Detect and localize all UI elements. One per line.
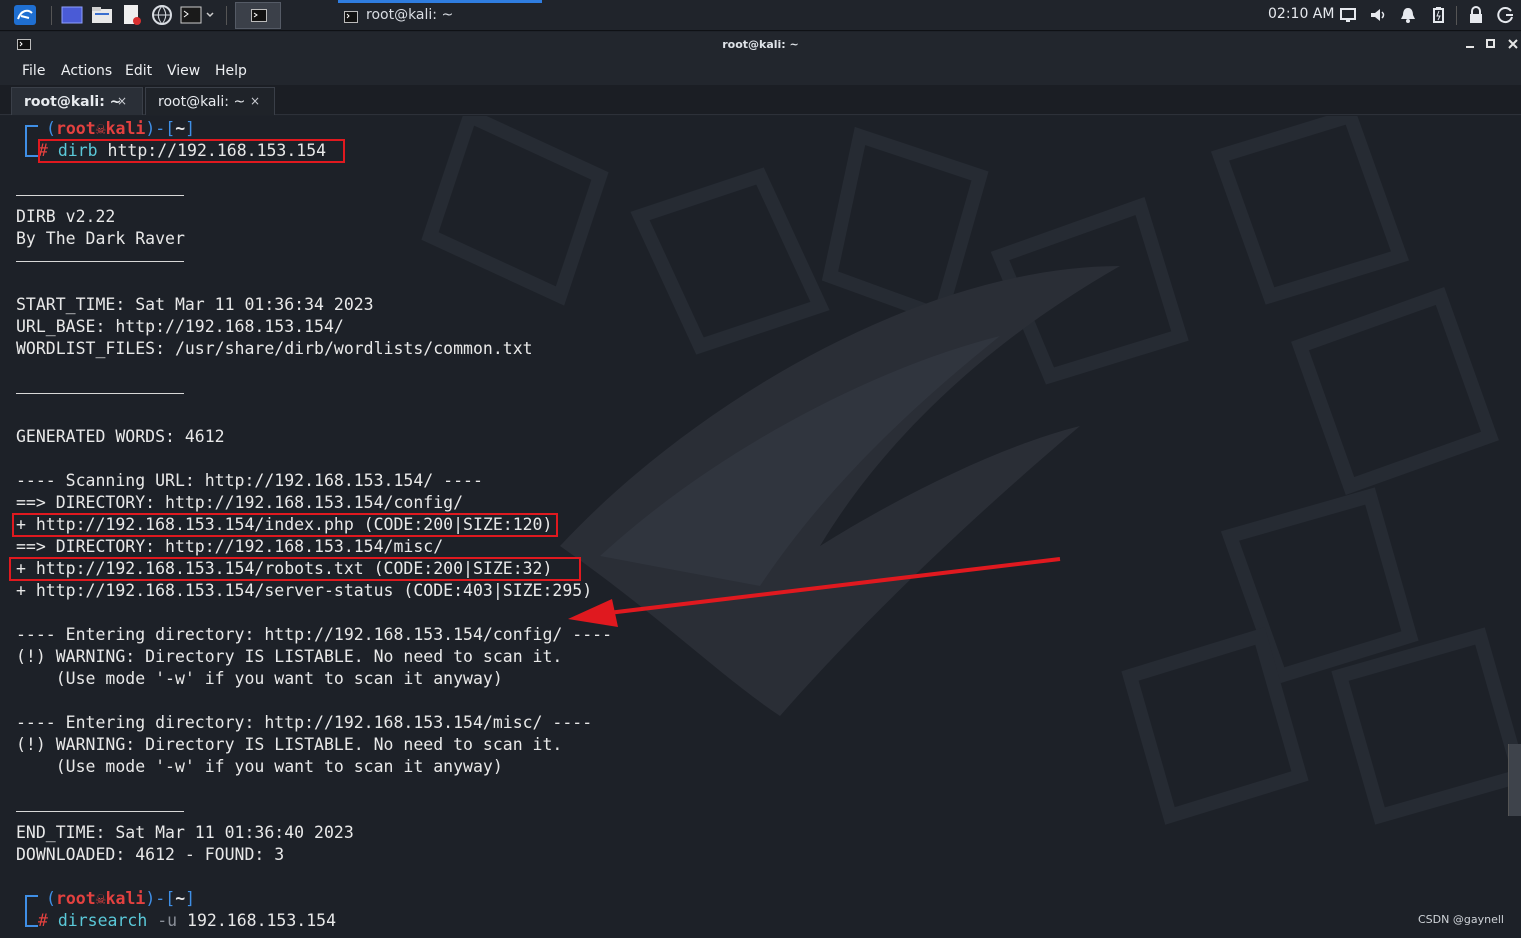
output-line: (Use mode '-w' if you want to scan it an… <box>16 669 503 688</box>
output-line: DOWNLOADED: 4612 - FOUND: 3 <box>16 845 285 864</box>
output-line: END_TIME: Sat Mar 11 01:36:40 2023 <box>16 823 354 842</box>
terminal-scrollbar[interactable] <box>1508 744 1521 816</box>
panel-separator <box>226 6 227 25</box>
output-line: GENERATED WORDS: 4612 <box>16 427 225 446</box>
separator-rule <box>16 393 184 394</box>
tab-close-icon[interactable]: × <box>117 94 127 108</box>
panel-separator <box>51 6 52 25</box>
output-line: ---- Scanning URL: http://192.168.153.15… <box>16 471 483 490</box>
output-line: START_TIME: Sat Mar 11 01:36:34 2023 <box>16 295 374 314</box>
tab-terminal-2[interactable]: root@kali: ~ × <box>145 87 275 115</box>
taskbar-window-title: root@kali: ~ <box>366 7 454 23</box>
window-titlebar[interactable]: root@kali: ~ <box>0 32 1521 57</box>
taskbar-window-button[interactable]: root@kali: ~ <box>338 0 542 31</box>
annotation-box-index <box>12 513 558 537</box>
terminal-icon[interactable] <box>178 4 218 26</box>
command-name: dirsearch <box>57 911 148 930</box>
output-line: By The Dark Raver <box>16 229 185 248</box>
output-line: (!) WARNING: Directory IS LISTABLE. No n… <box>16 735 563 754</box>
tab-label: root@kali: ~ <box>24 94 122 110</box>
watermark: CSDN @gaynell <box>1418 913 1504 926</box>
tab-close-icon[interactable]: × <box>250 94 260 108</box>
menu-edit[interactable]: Edit <box>125 63 152 79</box>
command-flag: -u <box>147 911 178 930</box>
menu-help[interactable]: Help <box>215 63 247 79</box>
output-line: (Use mode '-w' if you want to scan it an… <box>16 757 503 776</box>
prompt-dir: ~ <box>175 889 186 908</box>
panel-separator <box>1456 6 1457 25</box>
top-panel: root@kali: ~ 02:10 AM <box>0 0 1521 31</box>
prompt-user: root <box>55 119 96 138</box>
output-line: WORDLIST_FILES: /usr/share/dirb/wordlist… <box>16 339 533 358</box>
kali-menu-icon[interactable] <box>12 4 38 26</box>
prompt-dir: ~ <box>175 119 186 138</box>
output-line: URL_BASE: http://192.168.153.154/ <box>16 317 344 336</box>
prompt-user: root <box>55 889 96 908</box>
annotation-box-command <box>38 139 345 163</box>
skull-icon: ☠ <box>95 889 106 908</box>
terminal-view[interactable]: (root☠kali)-[~] # dirb http://192.168.15… <box>0 116 1521 938</box>
output-line: (!) WARNING: Directory IS LISTABLE. No n… <box>16 647 563 666</box>
prompt-line: (root☠kali)-[~] <box>46 119 196 138</box>
separator-rule <box>16 811 184 812</box>
workspace-terminal-button[interactable] <box>235 2 281 29</box>
menu-actions[interactable]: Actions <box>61 63 112 79</box>
tab-bar: root@kali: ~ × root@kali: ~ × <box>0 85 1521 115</box>
window-title: root@kali: ~ <box>722 38 799 51</box>
notifications-icon[interactable] <box>1399 6 1417 24</box>
prompt-host: kali <box>105 119 146 138</box>
command-line: # dirsearch -u 192.168.153.154 <box>38 911 337 930</box>
output-line: ---- Entering directory: http://192.168.… <box>16 625 613 644</box>
command-args: 192.168.153.154 <box>177 911 337 930</box>
separator-rule <box>16 195 184 196</box>
tab-label: root@kali: ~ <box>158 94 246 110</box>
output-line: ==> DIRECTORY: http://192.168.153.154/co… <box>16 493 464 512</box>
file-manager-icon[interactable] <box>90 4 114 26</box>
tab-terminal-1[interactable]: root@kali: ~ × <box>11 87 143 115</box>
annotation-arrow <box>568 557 1061 627</box>
prompt-line: (root☠kali)-[~] <box>46 889 196 908</box>
logout-icon[interactable] <box>1497 6 1515 24</box>
output-line: ---- Entering directory: http://192.168.… <box>16 713 593 732</box>
menu-file[interactable]: File <box>22 63 45 79</box>
lock-icon[interactable] <box>1467 6 1485 24</box>
output-line: ==> DIRECTORY: http://192.168.153.154/mi… <box>16 537 444 556</box>
output-line: + http://192.168.153.154/server-status (… <box>16 581 593 600</box>
browser-icon[interactable] <box>150 4 174 26</box>
text-editor-icon[interactable] <box>120 4 144 26</box>
annotation-box-robots <box>9 557 581 581</box>
output-line: DIRB v2.22 <box>16 207 116 226</box>
battery-icon[interactable] <box>1429 6 1447 24</box>
menu-view[interactable]: View <box>167 63 200 79</box>
desktop-icon[interactable] <box>60 4 84 26</box>
close-icon[interactable] <box>1507 38 1519 50</box>
prompt-host: kali <box>105 889 146 908</box>
volume-icon[interactable] <box>1369 6 1387 24</box>
display-icon[interactable] <box>1339 6 1357 24</box>
menubar: File Actions Edit View Help <box>0 57 1521 85</box>
separator-rule <box>16 261 184 262</box>
terminal-window-icon <box>344 11 358 23</box>
skull-icon: ☠ <box>95 119 106 138</box>
clock[interactable]: 02:10 AM <box>1268 6 1334 22</box>
minimize-icon[interactable] <box>1464 38 1476 50</box>
maximize-icon[interactable] <box>1485 38 1497 50</box>
